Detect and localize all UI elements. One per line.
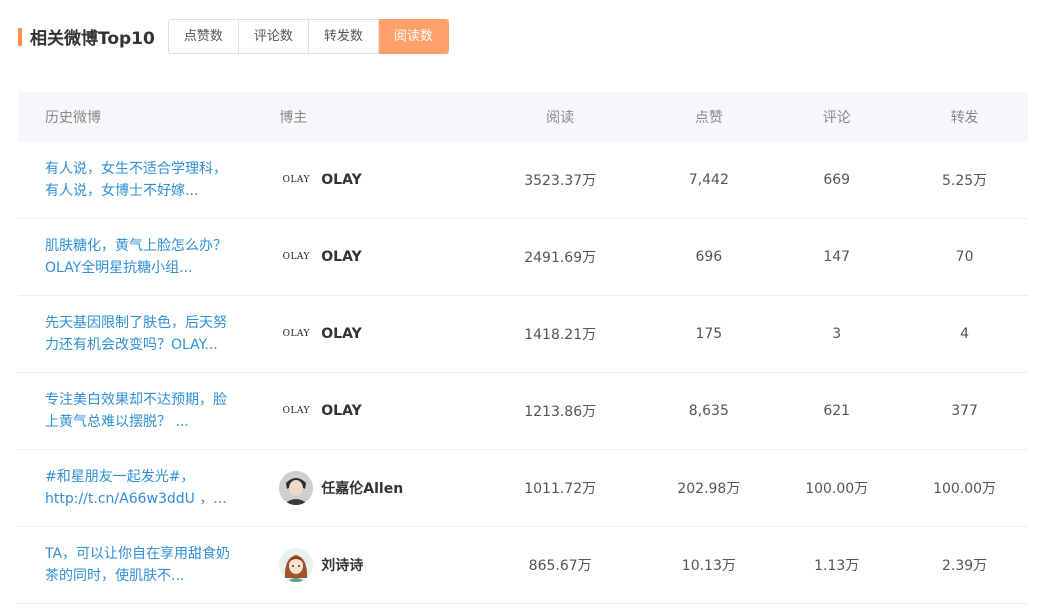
table-row: 先天基因限制了肤色，后天努力还有机会改变吗？OLAY... OLAY OLAY … xyxy=(18,296,1028,373)
post-link[interactable]: 先天基因限制了肤色，后天努力还有机会改变吗？OLAY... xyxy=(45,312,240,356)
table-row: 肌肤糖化，黄气上脸怎么办？ OLAY全明星抗糖小组... OLAY OLAY 2… xyxy=(18,219,1028,296)
tab-reads[interactable]: 阅读数 xyxy=(378,19,449,54)
blogger-name[interactable]: OLAY xyxy=(321,403,361,419)
tab-comments[interactable]: 评论数 xyxy=(238,19,309,54)
col-header-blogger: 博主 xyxy=(279,110,308,126)
olay-logo-icon[interactable]: OLAY xyxy=(279,394,313,428)
comments-value: 669 xyxy=(823,172,851,188)
col-header-comments: 评论 xyxy=(822,110,851,126)
reposts-value: 70 xyxy=(955,249,974,265)
reads-value: 865.67万 xyxy=(528,558,592,574)
likes-value: 696 xyxy=(695,249,723,265)
reads-value: 3523.37万 xyxy=(524,173,597,189)
olay-logo-icon[interactable]: OLAY xyxy=(279,317,313,351)
post-link[interactable]: 专注美白效果却不达预期，脸上黄气总难以摆脱？ ... xyxy=(45,389,240,433)
table-row: TA，可以让你自在享用甜食奶茶的同时，使肌肤不... 刘诗诗 865.67万 1… xyxy=(18,527,1028,604)
reads-value: 1213.86万 xyxy=(524,404,597,420)
top10-panel: 相关微博Top10 点赞数 评论数 转发数 阅读数 历史微博 博主 阅读 点赞 … xyxy=(0,0,1049,609)
col-header-reads: 阅读 xyxy=(546,110,575,126)
comments-value: 3 xyxy=(832,326,842,342)
comments-value: 100.00万 xyxy=(805,481,869,497)
post-link[interactable]: 肌肤糖化，黄气上脸怎么办？ OLAY全明星抗糖小组... xyxy=(45,235,240,279)
reposts-value: 4 xyxy=(960,326,970,342)
person-avatar-icon[interactable] xyxy=(279,471,314,505)
reposts-value: 5.25万 xyxy=(941,173,988,189)
cartoon-avatar-icon[interactable] xyxy=(279,548,314,582)
olay-logo-text: OLAY xyxy=(282,406,310,416)
panel-header: 相关微博Top10 点赞数 评论数 转发数 阅读数 xyxy=(18,19,449,54)
likes-value: 8,635 xyxy=(688,403,729,419)
likes-value: 7,442 xyxy=(688,172,729,188)
blogger-name[interactable]: OLAY xyxy=(321,326,361,342)
post-link[interactable]: #和星朋友一起发光#，http://t.cn/A66w3ddU ，... xyxy=(45,466,240,510)
olay-logo-text: OLAY xyxy=(282,252,310,262)
col-header-post: 历史微博 xyxy=(45,110,101,126)
reposts-value: 2.39万 xyxy=(941,558,988,574)
blogger-name[interactable]: 任嘉伦Allen xyxy=(321,478,403,498)
col-header-reposts: 转发 xyxy=(950,110,979,126)
blogger-name[interactable]: 刘诗诗 xyxy=(321,555,363,575)
reposts-value: 100.00万 xyxy=(933,481,997,497)
post-link[interactable]: 有人说，女生不适合学理科， 有人说，女博士不好嫁... xyxy=(45,158,240,202)
olay-logo-text: OLAY xyxy=(282,329,310,339)
panel-title: 相关微博Top10 xyxy=(30,29,155,49)
olay-logo-icon[interactable]: OLAY xyxy=(279,240,313,274)
reposts-value: 377 xyxy=(951,403,978,419)
likes-value: 175 xyxy=(695,326,723,342)
tab-reposts[interactable]: 转发数 xyxy=(308,19,379,54)
table-row: #和星朋友一起发光#，http://t.cn/A66w3ddU ，... 任嘉伦… xyxy=(18,450,1028,527)
tab-likes[interactable]: 点赞数 xyxy=(167,19,239,54)
reads-value: 2491.69万 xyxy=(524,250,597,266)
likes-value: 10.13万 xyxy=(681,558,736,574)
reads-value: 1418.21万 xyxy=(524,327,597,343)
post-link[interactable]: TA，可以让你自在享用甜食奶茶的同时，使肌肤不... xyxy=(45,543,240,587)
comments-value: 621 xyxy=(823,403,851,419)
weibo-table: 历史微博 博主 阅读 点赞 评论 转发 有人说，女生不适合学理科， 有人说，女博… xyxy=(18,92,1028,604)
table-header: 历史微博 博主 阅读 点赞 评论 转发 xyxy=(18,92,1028,142)
olay-logo-icon[interactable]: OLAY xyxy=(279,163,313,197)
table-row: 专注美白效果却不达预期，脸上黄气总难以摆脱？ ... OLAY OLAY 121… xyxy=(18,373,1028,450)
comments-value: 1.13万 xyxy=(814,558,860,574)
sort-tabs: 点赞数 评论数 转发数 阅读数 xyxy=(167,19,449,54)
likes-value: 202.98万 xyxy=(677,481,741,497)
comments-value: 147 xyxy=(823,249,851,265)
table-body: 有人说，女生不适合学理科， 有人说，女博士不好嫁... OLAY OLAY 35… xyxy=(18,142,1028,604)
title-accent-bar xyxy=(18,27,22,46)
col-header-likes: 点赞 xyxy=(694,110,723,126)
blogger-name[interactable]: OLAY xyxy=(321,249,361,265)
blogger-name[interactable]: OLAY xyxy=(321,172,361,188)
reads-value: 1011.72万 xyxy=(524,481,597,497)
table-row: 有人说，女生不适合学理科， 有人说，女博士不好嫁... OLAY OLAY 35… xyxy=(18,142,1028,219)
olay-logo-text: OLAY xyxy=(282,175,310,185)
